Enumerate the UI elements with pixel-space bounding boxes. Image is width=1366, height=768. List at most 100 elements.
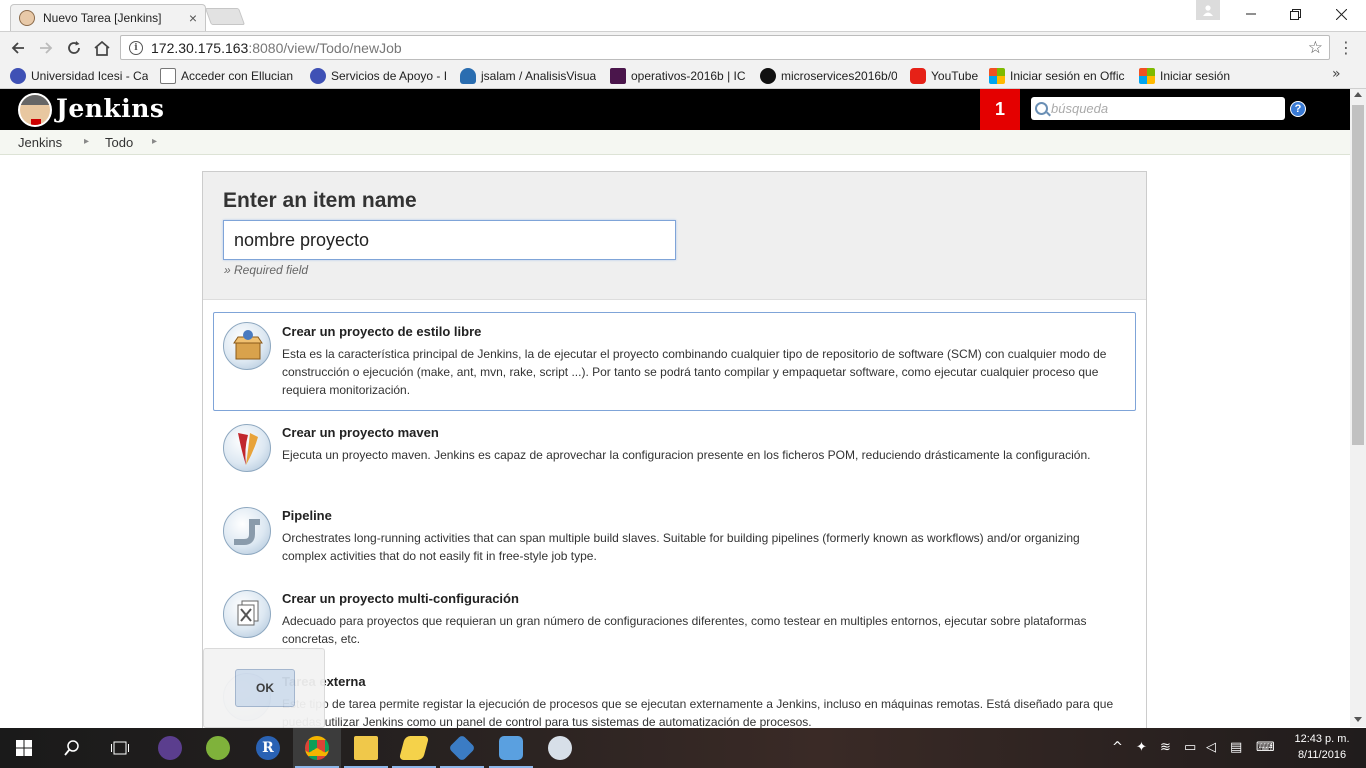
scroll-up-icon[interactable] bbox=[1354, 92, 1362, 97]
browser-tab[interactable]: Nuevo Tarea [Jenkins] × bbox=[10, 4, 206, 31]
ok-button[interactable]: OK bbox=[235, 669, 295, 707]
volume-icon[interactable]: ◁ bbox=[1206, 740, 1216, 755]
jenkins-title[interactable]: Jenkins bbox=[56, 94, 164, 123]
breadcrumb-jenkins[interactable]: Jenkins bbox=[18, 135, 62, 150]
dropbox-icon[interactable]: ✦ bbox=[1136, 740, 1147, 755]
windows-start-icon[interactable] bbox=[0, 728, 48, 768]
notifications-icon[interactable]: ▤ bbox=[1230, 740, 1242, 755]
option-description: Esta es la característica principal de J… bbox=[282, 347, 1107, 397]
android-studio-icon[interactable] bbox=[194, 728, 242, 768]
more-bookmarks-icon[interactable]: » bbox=[1332, 66, 1341, 82]
microsoft-icon bbox=[989, 67, 1005, 84]
home-icon[interactable] bbox=[90, 36, 114, 60]
site-info-icon[interactable]: i bbox=[129, 40, 143, 55]
option-pipeline[interactable]: Pipeline Orchestrates long-running activ… bbox=[213, 496, 1136, 574]
restore-icon[interactable] bbox=[1272, 0, 1318, 28]
jenkins-logo-icon[interactable] bbox=[18, 93, 52, 127]
breadcrumb-arrow-icon[interactable]: ▸ bbox=[84, 136, 89, 147]
pipeline-icon bbox=[223, 507, 271, 555]
bookmark-item[interactable]: Universidad Icesi - Ca bbox=[10, 67, 148, 84]
breadcrumb-todo[interactable]: Todo bbox=[105, 135, 133, 150]
item-name-section: Enter an item name » Required field bbox=[203, 172, 1146, 300]
r-app-icon: R bbox=[256, 736, 280, 760]
option-description: Ejecuta un proyecto maven. Jenkins es ca… bbox=[282, 448, 1091, 462]
microsoft-icon bbox=[1139, 67, 1155, 84]
youtube-icon bbox=[910, 67, 926, 84]
bookmark-label: Servicios de Apoyo - I bbox=[331, 68, 446, 83]
bookmark-item[interactable]: operativos-2016b | ICE bbox=[610, 67, 746, 84]
minimize-icon[interactable] bbox=[1228, 0, 1274, 28]
user-profile-icon[interactable] bbox=[1196, 0, 1220, 20]
bookmark-item[interactable]: Acceder con Ellucian I bbox=[160, 67, 295, 84]
new-item-panel: Enter an item name » Required field Crea… bbox=[202, 171, 1147, 731]
wifi-icon[interactable]: ≋ bbox=[1160, 740, 1171, 755]
notification-badge[interactable]: 1 bbox=[980, 89, 1020, 130]
bookmark-item[interactable]: microservices2016b/0 bbox=[760, 67, 897, 84]
back-arrow-icon[interactable] bbox=[6, 36, 30, 60]
paint-icon[interactable] bbox=[536, 728, 584, 768]
folder-icon[interactable] bbox=[390, 728, 438, 768]
clock-time[interactable]: 12:43 p. m. bbox=[1284, 733, 1360, 745]
url-text: 172.30.175.163:8080/view/Todo/newJob bbox=[151, 40, 402, 56]
maven-feather-icon bbox=[223, 424, 271, 472]
folder-app-icon-2 bbox=[398, 736, 430, 760]
tab-title: Nuevo Tarea [Jenkins] bbox=[43, 11, 162, 25]
clock-date[interactable]: 8/11/2016 bbox=[1284, 749, 1360, 761]
option-description: Este tipo de tarea permite registar la e… bbox=[282, 697, 1114, 729]
bookmark-item[interactable]: Iniciar sesión en Offic bbox=[989, 67, 1126, 84]
search-icon bbox=[1035, 102, 1048, 115]
help-icon[interactable]: ? bbox=[1290, 101, 1306, 117]
search-input[interactable] bbox=[1051, 101, 1271, 116]
slack-icon bbox=[610, 67, 626, 84]
option-maven[interactable]: Crear un proyecto maven Ejecuta un proye… bbox=[213, 413, 1136, 491]
shield-icon bbox=[460, 67, 476, 84]
bookmark-label: jsalam / AnalisisVisual bbox=[481, 68, 596, 83]
breadcrumb-arrow-icon[interactable]: ▸ bbox=[152, 136, 157, 147]
bookmark-item[interactable]: YouTube bbox=[910, 67, 980, 84]
bookmark-item[interactable]: jsalam / AnalisisVisual bbox=[460, 67, 596, 84]
page-icon bbox=[160, 67, 176, 84]
breadcrumb: Jenkins ▸ Todo ▸ bbox=[0, 130, 1350, 155]
bookmark-item[interactable]: Iniciar sesión bbox=[1139, 67, 1239, 84]
eclipse-app-icon bbox=[158, 736, 182, 760]
url-path: :8080/view/Todo/newJob bbox=[248, 39, 402, 56]
search-icon[interactable] bbox=[48, 728, 96, 768]
option-multi-configuration[interactable]: Crear un proyecto multi-configuración Ad… bbox=[213, 579, 1136, 657]
close-window-icon[interactable] bbox=[1318, 0, 1364, 28]
bookmark-item[interactable]: Servicios de Apoyo - I bbox=[310, 67, 446, 84]
bookmarks-bar: Universidad Icesi - Ca Acceder con Elluc… bbox=[0, 62, 1366, 89]
network-app-icon[interactable] bbox=[487, 728, 535, 768]
r-icon[interactable]: R bbox=[244, 728, 292, 768]
bookmark-label: microservices2016b/0 bbox=[781, 68, 897, 83]
option-title: Pipeline bbox=[282, 508, 332, 523]
virtualbox-icon[interactable] bbox=[438, 728, 486, 768]
bookmark-star-icon[interactable]: ☆ bbox=[1308, 38, 1323, 58]
browser-toolbar: i 172.30.175.163:8080/view/Todo/newJob ☆… bbox=[0, 31, 1366, 62]
option-external-job[interactable]: Tarea externa Este tipo de tarea permite… bbox=[213, 662, 1136, 730]
scroll-down-icon[interactable] bbox=[1354, 717, 1362, 722]
address-bar[interactable]: i 172.30.175.163:8080/view/Todo/newJob ☆ bbox=[120, 35, 1330, 60]
tab-close-icon[interactable]: × bbox=[189, 10, 197, 26]
page-scrollbar[interactable] bbox=[1350, 89, 1366, 727]
eclipse-icon[interactable] bbox=[146, 728, 194, 768]
scrollbar-thumb[interactable] bbox=[1352, 105, 1364, 445]
chrome-icon[interactable] bbox=[293, 728, 341, 768]
gear-icon bbox=[10, 67, 26, 84]
item-name-input[interactable] bbox=[223, 220, 676, 260]
task-view-icon[interactable] bbox=[96, 728, 144, 768]
tray-chevron-icon[interactable]: ^ bbox=[1112, 740, 1123, 755]
reload-icon[interactable] bbox=[62, 36, 86, 60]
url-host: 172.30.175.163 bbox=[151, 39, 249, 56]
file-explorer-icon[interactable] bbox=[342, 728, 390, 768]
new-tab-button[interactable] bbox=[204, 8, 246, 25]
battery-icon[interactable]: ▭ bbox=[1184, 740, 1196, 755]
forward-arrow-icon[interactable] bbox=[34, 36, 58, 60]
bookmark-label: operativos-2016b | ICE bbox=[631, 68, 746, 83]
keyboard-icon[interactable]: ⌨ bbox=[1256, 740, 1275, 755]
option-freestyle[interactable]: Crear un proyecto de estilo libre Esta e… bbox=[213, 312, 1136, 411]
option-description: Orchestrates long-running activities tha… bbox=[282, 531, 1080, 563]
bookmark-label: YouTube bbox=[931, 68, 979, 83]
jenkins-favicon-icon bbox=[19, 10, 35, 26]
chrome-menu-icon[interactable]: ⋮ bbox=[1338, 38, 1354, 57]
bookmark-label: Iniciar sesión bbox=[1160, 68, 1231, 83]
